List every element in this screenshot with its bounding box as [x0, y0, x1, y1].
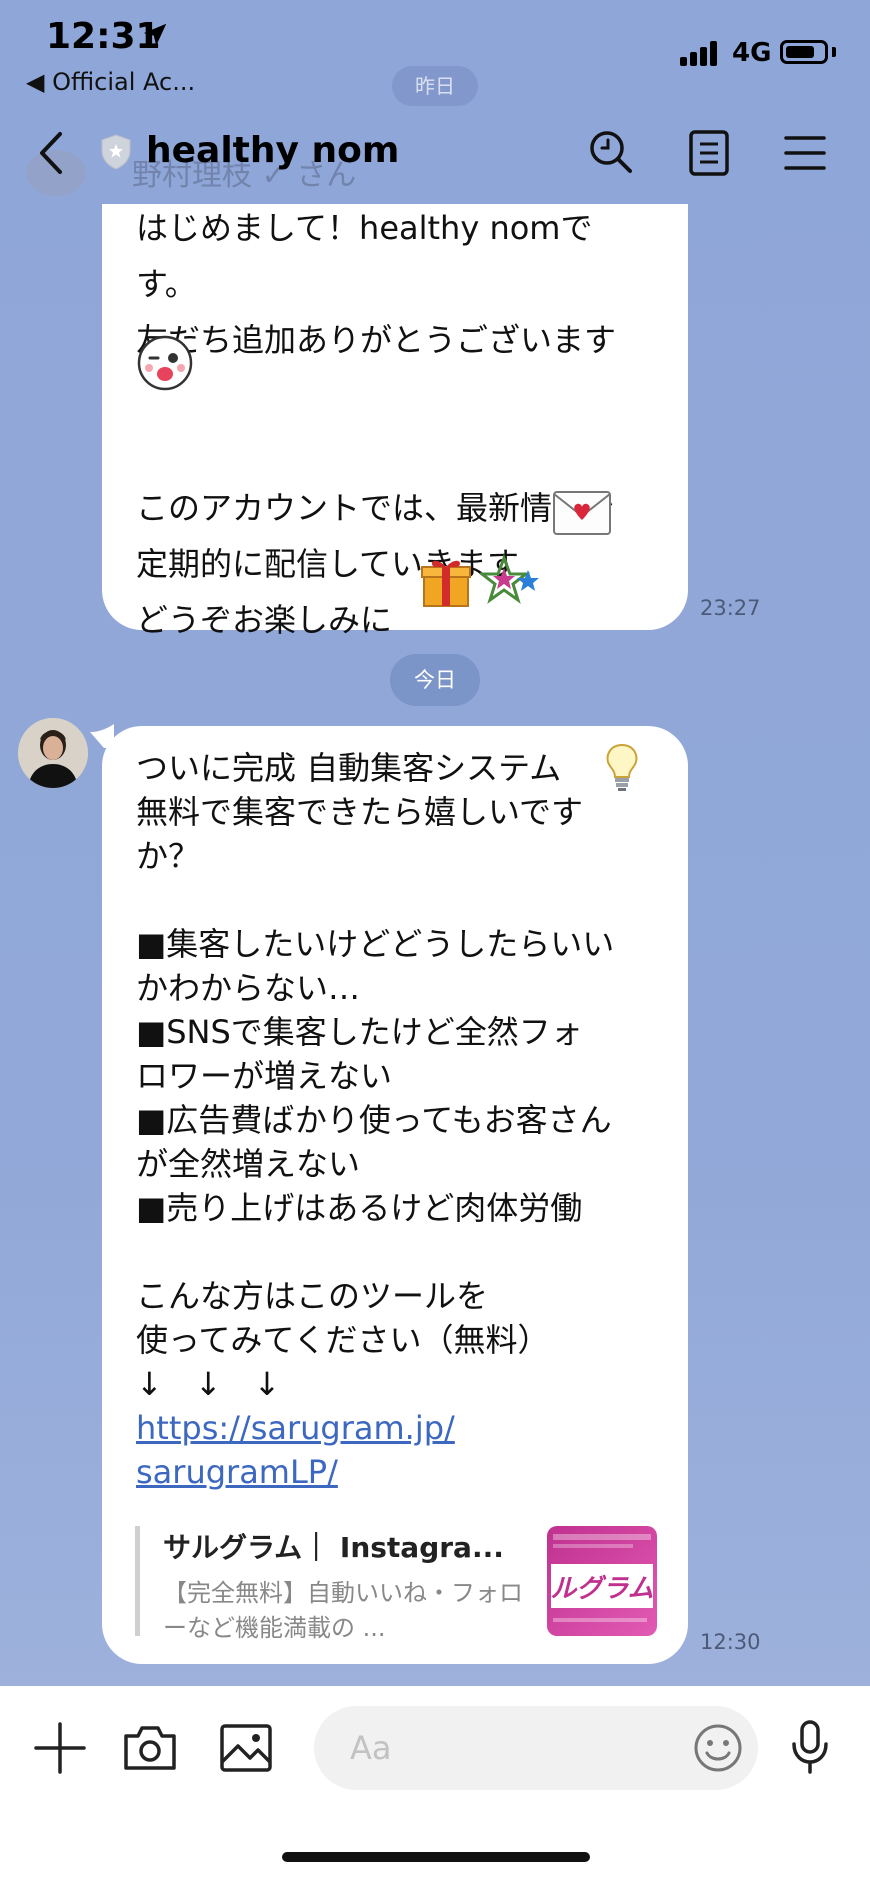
message-bubble-2[interactable]: ついに完成 自動集客システム 無料で集客できたら嬉しいです か？ ■集客したいけ… [102, 726, 688, 1664]
battery-icon [780, 40, 828, 64]
message-2-text: ついに完成 自動集客システム 無料で集客できたら嬉しいです か？ ■集客したいけ… [136, 749, 615, 1403]
location-arrow-icon [143, 23, 167, 46]
stars-icon [480, 554, 539, 604]
message-link-line-2: sarugramLP/ [136, 1453, 338, 1491]
verified-shield-icon [101, 134, 131, 170]
date-divider: 今日 [390, 654, 480, 706]
gift-icon [421, 560, 471, 607]
battery-level [786, 46, 815, 58]
link-preview-thumbnail: ルグラム [547, 1526, 657, 1636]
signal-icon [680, 40, 724, 66]
message-2-time: 12:30 [700, 1630, 761, 1654]
emoji-icon[interactable] [690, 1720, 746, 1776]
battery-nub [832, 47, 836, 57]
microphone-icon[interactable] [782, 1718, 838, 1774]
light-bulb-icon [606, 743, 638, 791]
home-indicator [282, 1852, 590, 1862]
message-1-body: はじめまして！healthy nomで す。 友だち追加ありがとうございます こ… [136, 200, 676, 648]
link-preview-bar [135, 1526, 140, 1636]
avatar-photo [18, 718, 88, 788]
sender-avatar[interactable] [18, 718, 88, 788]
menu-icon[interactable] [780, 128, 830, 178]
link-preview-thumb-text: ルグラム [550, 1574, 654, 1604]
notes-icon[interactable] [684, 128, 734, 178]
message-1-text: はじめまして！healthy nomで す。 友だち追加ありがとうございます こ… [136, 209, 617, 639]
image-icon[interactable] [218, 1720, 274, 1776]
search-icon[interactable] [586, 128, 636, 178]
message-2-body: ついに完成 自動集客システム 無料で集客できたら嬉しいです か？ ■集客したいけ… [136, 746, 676, 1494]
chat-title: healthy nom [146, 130, 400, 171]
back-to-app-link[interactable]: ◀ Official Ac... [26, 68, 195, 96]
link-preview-description: 【完全無料】自動いいね・フォローなど機能満載の ... [163, 1579, 523, 1642]
message-bubble-1[interactable]: はじめまして！healthy nomで す。 友だち追加ありがとうございます こ… [102, 204, 688, 639]
plus-icon[interactable] [32, 1720, 88, 1776]
ghost-date-pill: 昨日 [392, 66, 478, 106]
message-link-line-1: https://sarugram.jp/ [136, 1409, 455, 1447]
back-icon[interactable] [32, 128, 72, 178]
message-link[interactable]: https://sarugram.jp/sarugramLP/ [136, 1406, 676, 1494]
camera-icon[interactable] [122, 1720, 178, 1776]
link-preview-card[interactable]: サルグラム｜ Instagra... 【完全無料】自動いいね・フォローなど機能満… [135, 1526, 657, 1642]
wink-face-sticker-icon [137, 335, 193, 391]
envelope-heart-icon [553, 491, 611, 535]
message-1-time: 23:27 [700, 596, 761, 620]
network-type: 4G [732, 38, 772, 68]
link-preview-title: サルグラム｜ Instagra... [163, 1531, 504, 1564]
